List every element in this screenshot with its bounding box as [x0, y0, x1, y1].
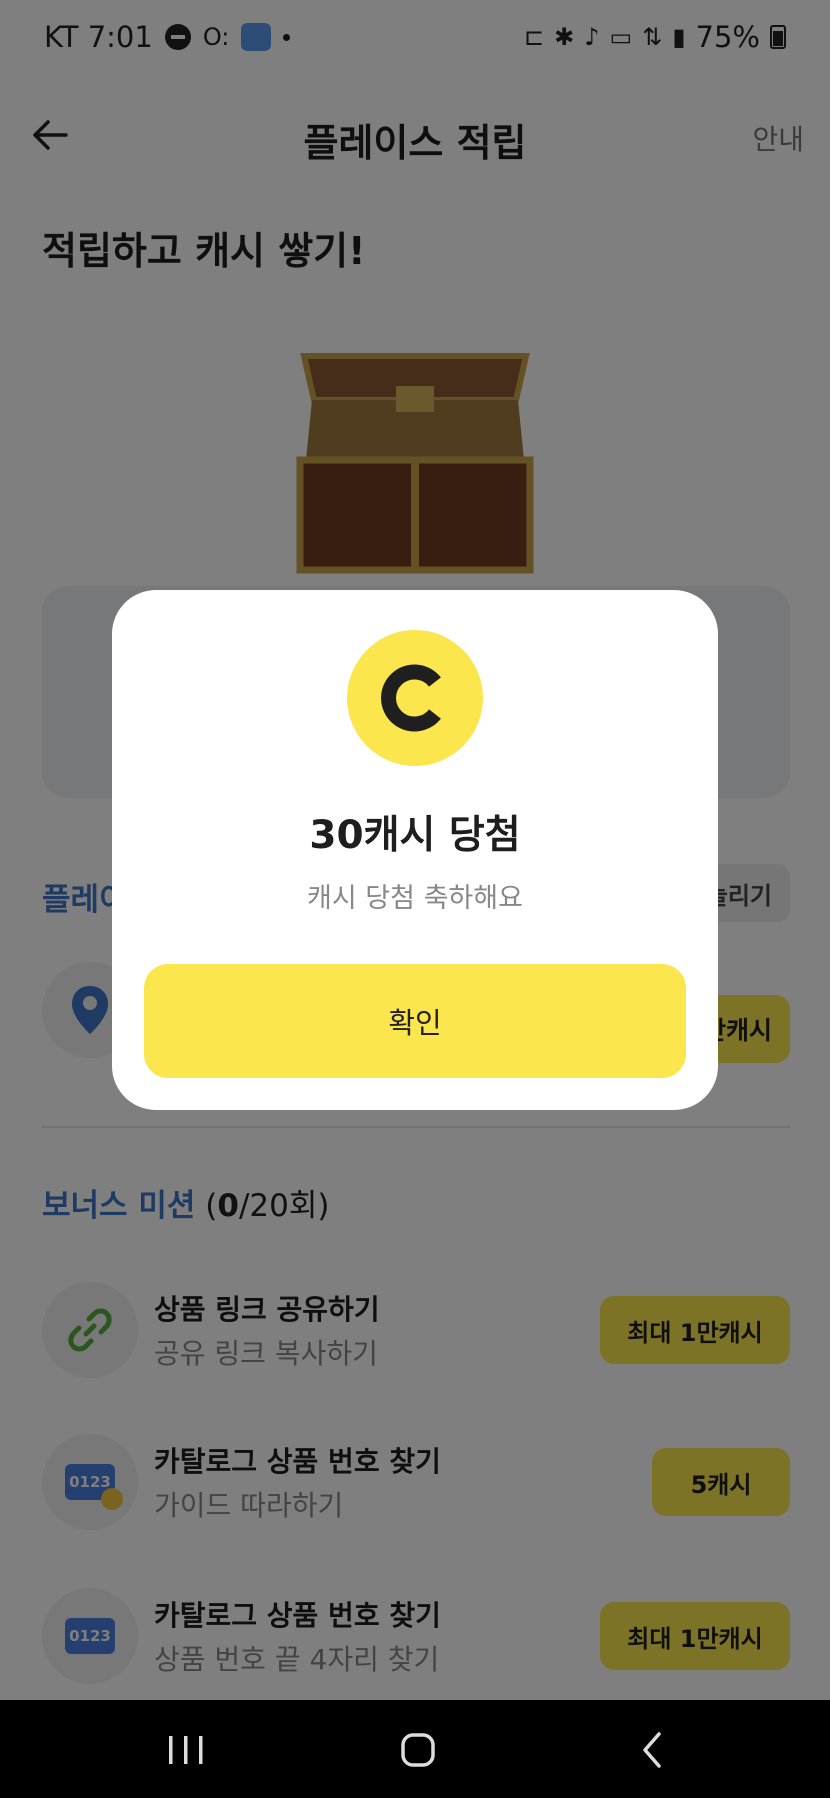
recent-apps-icon [169, 1736, 203, 1764]
home-button[interactable] [378, 1720, 458, 1780]
cash-coin-icon [347, 630, 483, 766]
recent-apps-button[interactable] [146, 1720, 226, 1780]
reward-modal: 30캐시 당첨 캐시 당첨 축하해요 확인 [112, 590, 718, 1110]
confirm-button[interactable]: 확인 [144, 964, 686, 1078]
modal-subtitle: 캐시 당첨 축하해요 [307, 883, 523, 914]
system-nav-bar [0, 1700, 830, 1798]
modal-title: 30캐시 당첨 [309, 813, 521, 858]
back-chevron-icon [643, 1732, 661, 1768]
system-back-button[interactable] [612, 1720, 692, 1780]
home-icon [401, 1733, 435, 1767]
